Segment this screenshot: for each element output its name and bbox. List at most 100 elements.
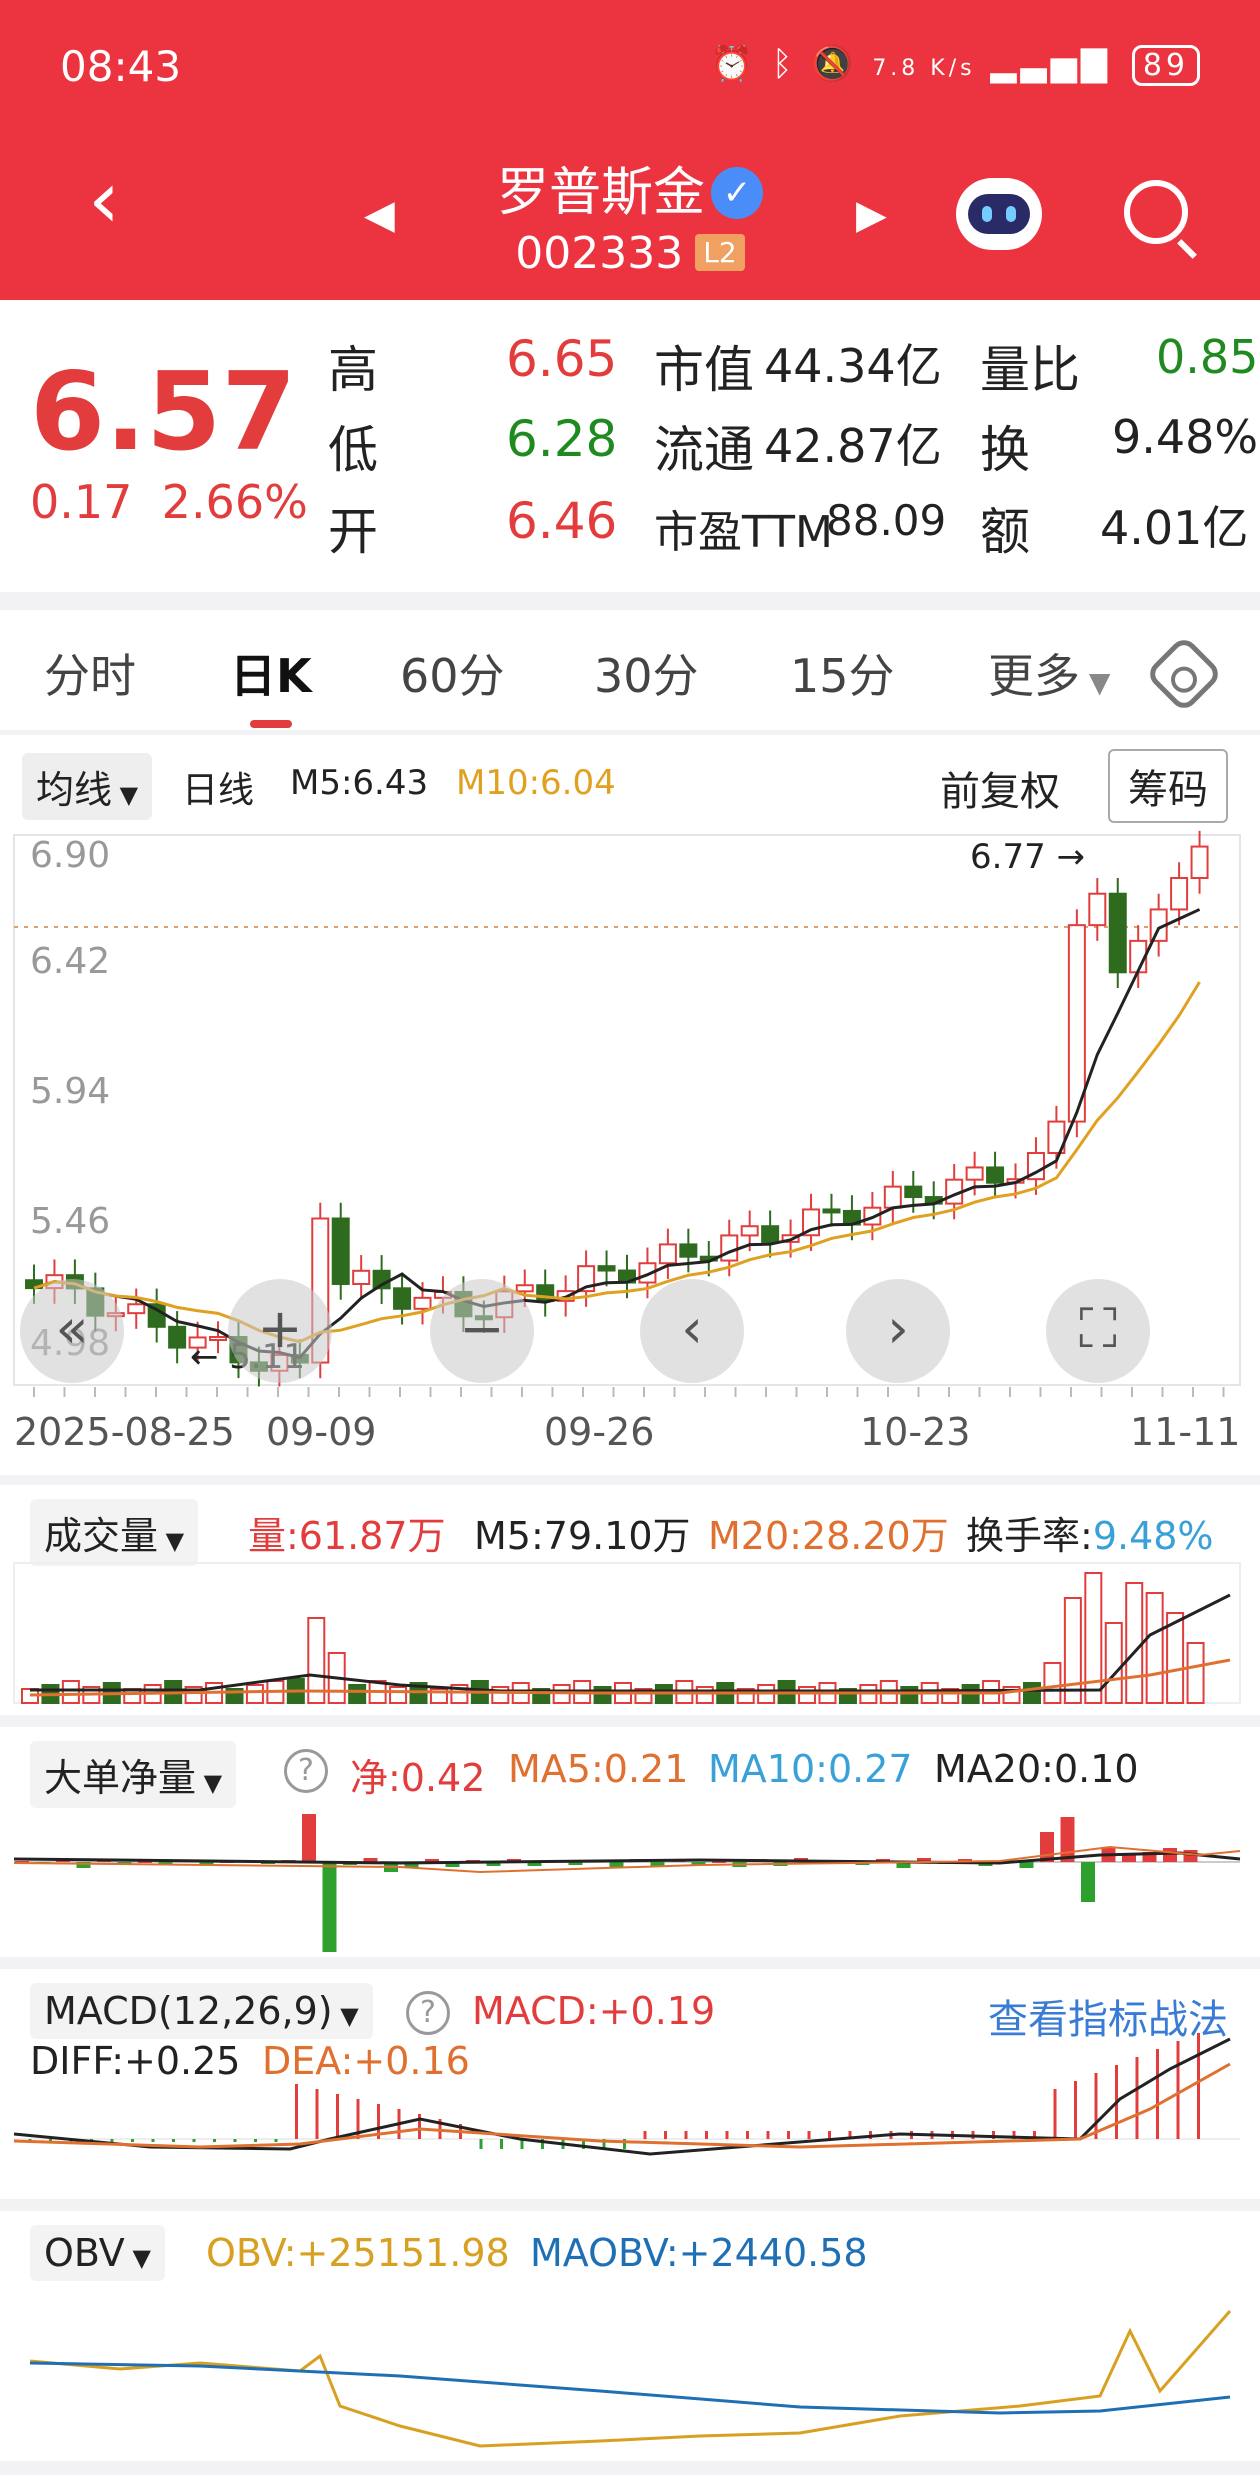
candle-up	[720, 1234, 739, 1262]
battery-icon: 89	[1131, 45, 1200, 86]
candle-up	[127, 1303, 146, 1315]
net-outflow-bar	[609, 1862, 624, 1867]
candle-up	[352, 1269, 371, 1285]
tab-more-label: 更多	[988, 649, 1080, 703]
volume-bar	[798, 1686, 817, 1704]
zoom-out-icon[interactable]: −	[430, 1279, 534, 1383]
tab-daily-k[interactable]: 日K	[230, 640, 312, 706]
quote-panel: 6.57 0.17 2.66% 高 6.65 低 6.28 开 6.46 市值 …	[0, 300, 1260, 592]
pe-label: 市盈TTM	[654, 507, 833, 558]
x-tick-label: 09-09	[266, 1410, 376, 1454]
tab-15min[interactable]: 15分	[790, 640, 895, 706]
assistant-robot-icon[interactable]	[956, 178, 1042, 250]
y-tick-label: 5.46	[30, 1201, 110, 1242]
fullscreen-icon[interactable]: ⛶	[1046, 1279, 1150, 1383]
status-time: 08:43	[60, 42, 182, 91]
candle-up	[965, 1166, 984, 1181]
macd-panel: MACD(12,26,9) ▼ ? MACD:+0.19 查看指标战法 DIFF…	[0, 1969, 1260, 2199]
x-tick-label: 09-26	[544, 1410, 654, 1454]
float-label: 流通	[654, 421, 754, 479]
candle-down	[761, 1225, 780, 1243]
candle-down	[822, 1208, 841, 1214]
tab-intraday[interactable]: 分时	[44, 640, 136, 706]
x-tick-label: 2025-08-25	[14, 1410, 235, 1454]
level2-badge[interactable]: L2	[695, 234, 745, 271]
stock-code: 002333 L2	[0, 228, 1260, 279]
amount-value: 4.01亿	[1100, 501, 1249, 555]
volume-chart[interactable]	[0, 1485, 1260, 1715]
ma10-line	[33, 981, 1201, 1344]
high-label: 高	[328, 341, 378, 399]
candle-up	[515, 1284, 534, 1293]
volume-bar	[1145, 1592, 1164, 1704]
mute-icon: 🔕	[811, 44, 858, 84]
obv-line	[29, 2310, 1232, 2448]
net-outflow-bar	[1019, 1862, 1034, 1868]
candle-down	[986, 1166, 1005, 1184]
search-icon[interactable]	[1124, 180, 1188, 244]
prev-candle-icon[interactable]: ‹	[640, 1279, 744, 1383]
candle-down	[679, 1243, 698, 1258]
volume-bar	[1186, 1642, 1205, 1704]
macd-chart[interactable]	[0, 1969, 1260, 2199]
pe-value: 88.09	[826, 496, 947, 545]
tab-30min[interactable]: 30分	[594, 640, 699, 706]
open-value: 6.46	[506, 492, 618, 550]
net-inflow-bar	[1163, 1848, 1177, 1862]
change-percent: 2.66%	[161, 475, 308, 529]
obv-panel: OBV ▼ OBV:+25151.98 MAOBV:+2440.58	[0, 2211, 1260, 2461]
high-marker-label: 6.77 →	[970, 837, 1085, 877]
net-inflow-bar	[302, 1814, 316, 1862]
volume-bar	[389, 1686, 408, 1704]
kline-panel: 均线 ▼ 日线 M5:6.43 M10:6.04 前复权 筹码 6.90 6.42…	[0, 735, 1260, 1475]
bluetooth-icon: ᛒ	[771, 44, 797, 84]
ma5-line	[33, 908, 1201, 1360]
tab-more[interactable]: 更多 ▼	[988, 640, 1110, 706]
volume-bar	[1022, 1682, 1041, 1704]
settings-icon[interactable]	[1144, 634, 1224, 714]
dropdown-icon: ▼	[1080, 666, 1111, 699]
signal-icon: ▂▃▅▇	[990, 44, 1111, 84]
candle-up	[1088, 892, 1107, 927]
network-speed: 7.8 K/s	[872, 56, 976, 81]
scroll-left-icon[interactable]: «	[20, 1279, 124, 1383]
candle-up	[658, 1243, 677, 1265]
amount-label: 额	[980, 503, 1030, 561]
y-tick-label: 6.90	[30, 835, 110, 876]
candle-down	[393, 1287, 412, 1310]
next-stock-icon[interactable]: ▶	[856, 192, 887, 238]
price-change: 0.17 2.66%	[30, 475, 308, 529]
status-icons: ⏰ ᛒ 🔕 7.8 K/s ▂▃▅▇ 89	[711, 44, 1200, 86]
candle-up	[1190, 845, 1209, 880]
turnover-label: 换	[980, 421, 1030, 479]
y-tick-label: 5.94	[30, 1071, 110, 1112]
turnover-value: 9.48%	[1112, 410, 1259, 464]
diff-line	[13, 2037, 1231, 2156]
volume-bar	[1043, 1662, 1062, 1704]
candle-down	[1108, 892, 1127, 974]
y-tick-label: 6.42	[30, 941, 110, 982]
open-label: 开	[328, 503, 378, 561]
volume-bar	[348, 1684, 367, 1704]
tab-60min[interactable]: 60分	[400, 640, 505, 706]
next-candle-icon[interactable]: ›	[846, 1279, 950, 1383]
mcap-label: 市值	[654, 341, 754, 399]
stock-code-text: 002333	[515, 228, 684, 279]
status-bar: 08:43 ⏰ ᛒ 🔕 7.8 K/s ▂▃▅▇ 89	[60, 42, 1200, 102]
candle-up	[740, 1225, 759, 1237]
candle-down	[904, 1185, 923, 1199]
zoom-in-icon[interactable]: +	[228, 1279, 332, 1383]
volume-bar	[1063, 1597, 1082, 1704]
big-order-panel: 大单净量 ▼ ? 净:0.42 MA5:0.21 MA10:0.27 MA20:…	[0, 1727, 1260, 1957]
header-bar: 08:43 ⏰ ᛒ 🔕 7.8 K/s ▂▃▅▇ 89 ‹ ◀ 罗普斯金 ✓ 00…	[0, 0, 1260, 300]
stock-name: 罗普斯金 ✓	[0, 150, 1260, 225]
big-order-chart[interactable]	[0, 1727, 1260, 1957]
volume-bar	[900, 1686, 919, 1704]
volume-bar	[61, 1680, 80, 1704]
net-outflow-bar	[322, 1862, 337, 1952]
dea-line	[13, 2062, 1231, 2149]
obv-chart[interactable]	[0, 2211, 1260, 2461]
candle-up	[883, 1185, 902, 1209]
candle-up	[1170, 877, 1189, 911]
low-label: 低	[328, 421, 378, 479]
